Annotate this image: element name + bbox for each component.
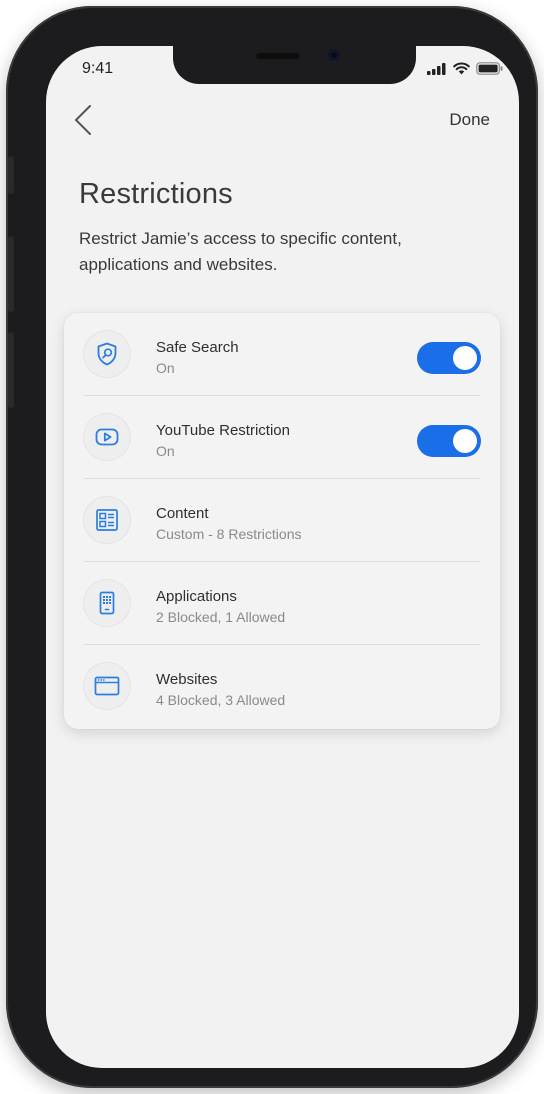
phone-apps-icon — [99, 591, 115, 615]
back-button[interactable] — [70, 102, 98, 138]
safe-search-toggle[interactable] — [417, 342, 481, 374]
browser-window-icon — [94, 676, 120, 696]
restriction-row-safe-search[interactable]: Safe Search On — [64, 313, 500, 396]
icon-badge — [83, 662, 131, 710]
mute-switch — [8, 156, 14, 194]
restriction-row-content[interactable]: Content Custom - 8 Restrictions — [64, 479, 500, 562]
status-time: 9:41 — [82, 60, 114, 77]
restriction-row-applications[interactable]: Applications 2 Blocked, 1 Allowed — [64, 562, 500, 645]
notch — [173, 46, 416, 84]
icon-badge — [83, 413, 131, 461]
page-title: Restrictions — [79, 178, 233, 210]
icon-badge — [83, 579, 131, 627]
chevron-left-icon — [75, 105, 91, 135]
icon-badge — [83, 330, 131, 378]
battery-icon — [476, 62, 503, 75]
restrictions-card: Safe Search On YouTube Restriction On Co… — [64, 313, 500, 729]
earpiece-speaker — [256, 53, 300, 59]
restriction-row-youtube[interactable]: YouTube Restriction On — [64, 396, 500, 479]
front-camera — [328, 49, 340, 61]
phone-frame: 9:41 Done Restrictions Restrict Jamie’s … — [6, 6, 538, 1088]
row-label: Websites — [156, 671, 218, 688]
volume-up-button — [8, 236, 14, 312]
toggle-knob — [453, 346, 477, 370]
youtube-play-icon — [95, 428, 119, 446]
shield-search-icon — [97, 342, 117, 366]
cellular-signal-icon — [427, 62, 446, 75]
row-label: YouTube Restriction — [156, 422, 290, 439]
icon-badge — [83, 496, 131, 544]
row-label: Applications — [156, 588, 237, 605]
wifi-icon — [453, 62, 470, 75]
row-status: 4 Blocked, 3 Allowed — [156, 692, 286, 708]
status-icons — [427, 62, 503, 75]
row-label: Safe Search — [156, 339, 239, 356]
row-status: On — [156, 360, 175, 376]
row-status: 2 Blocked, 1 Allowed — [156, 609, 286, 625]
row-status: On — [156, 443, 175, 459]
row-status: Custom - 8 Restrictions — [156, 526, 302, 542]
toggle-knob — [453, 429, 477, 453]
content-layout-icon — [96, 509, 118, 531]
screen: 9:41 Done Restrictions Restrict Jamie’s … — [46, 46, 519, 1068]
volume-down-button — [8, 332, 14, 408]
done-button[interactable]: Done — [449, 110, 490, 130]
restriction-row-websites[interactable]: Websites 4 Blocked, 3 Allowed — [64, 645, 500, 728]
page-subtitle: Restrict Jamie’s access to specific cont… — [79, 229, 402, 274]
row-label: Content — [156, 505, 209, 522]
youtube-restriction-toggle[interactable] — [417, 425, 481, 457]
